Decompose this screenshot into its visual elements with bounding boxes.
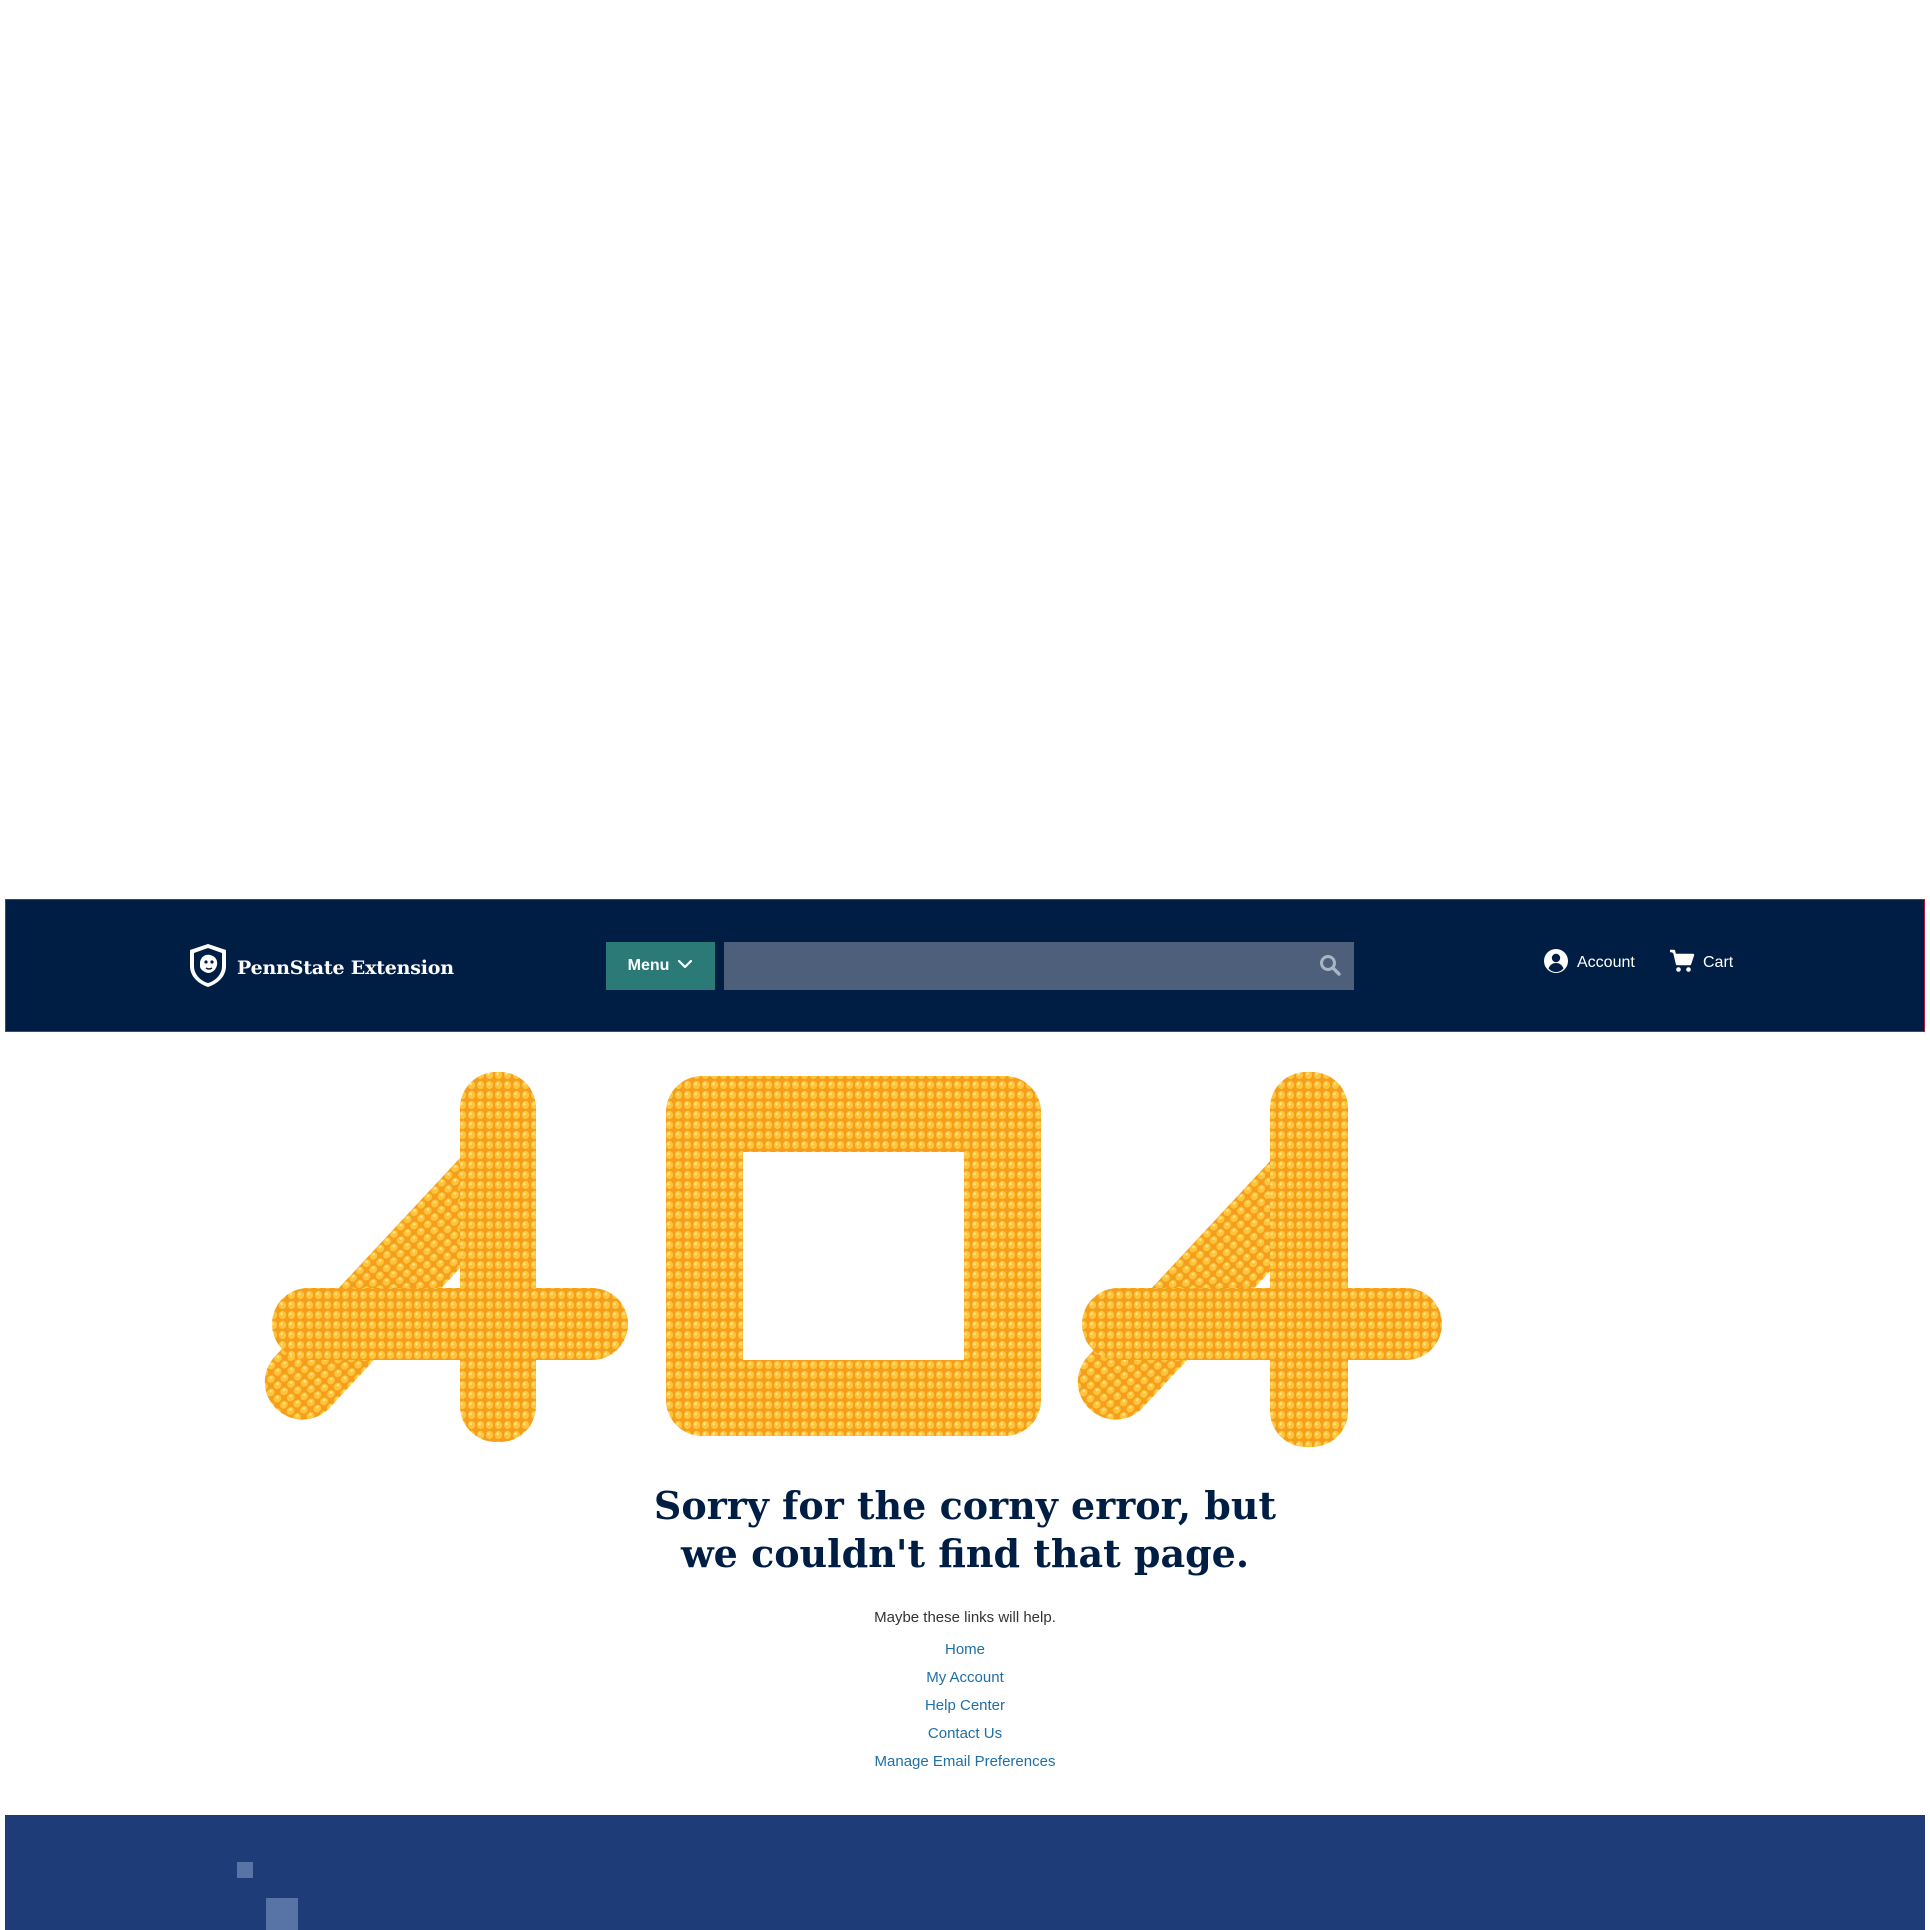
manage-email-preferences-link[interactable]: Manage Email Preferences [875,1753,1056,1770]
search-button[interactable] [1306,942,1354,990]
user-circle-icon [1543,948,1569,979]
home-link[interactable]: Home [945,1641,985,1658]
corn-digit-4-left [264,1072,628,1442]
menu-button[interactable]: Menu [606,942,715,990]
search-input[interactable] [724,942,1306,990]
chevron-down-icon [677,957,693,975]
site-header: PennState Extension Menu Account Cart [5,899,1925,1032]
list-item: Home [0,1636,1930,1664]
help-links-list: Home My Account Help Center Contact Us M… [0,1636,1930,1776]
nittany-lion-shield-icon [187,942,229,993]
account-link[interactable]: Account [1543,948,1635,978]
error-404-corn-image [260,1060,1460,1460]
search-box [724,942,1354,990]
list-item: Help Center [0,1692,1930,1720]
help-center-link[interactable]: Help Center [925,1697,1005,1714]
menu-label: Menu [627,957,670,974]
cart-link[interactable]: Cart [1669,948,1733,978]
shopping-cart-icon [1669,948,1695,979]
corn-digit-4-right [1077,1072,1442,1447]
error-title-line-2: we couldn't find that page. [680,1531,1250,1576]
footer-decoration-square [266,1898,298,1930]
list-item: Contact Us [0,1720,1930,1748]
my-account-link[interactable]: My Account [926,1669,1004,1686]
logo-text: PennState Extension [237,956,454,979]
page: PennState Extension Menu Account Cart So… [0,0,1930,1930]
error-title: Sorry for the corny error, but we couldn… [0,1482,1930,1578]
cart-label: Cart [1703,954,1734,971]
search-icon [1319,954,1341,979]
help-text: Maybe these links will help. [874,1609,1056,1626]
list-item: Manage Email Preferences [0,1748,1930,1776]
footer-decoration-square [237,1862,253,1878]
contact-us-link[interactable]: Contact Us [928,1725,1002,1742]
corn-digit-0 [666,1076,1041,1436]
logo-link[interactable]: PennState Extension [187,942,454,993]
site-footer [5,1815,1925,1930]
account-label: Account [1577,954,1635,971]
list-item: My Account [0,1664,1930,1692]
error-title-line-1: Sorry for the corny error, but [653,1483,1277,1528]
